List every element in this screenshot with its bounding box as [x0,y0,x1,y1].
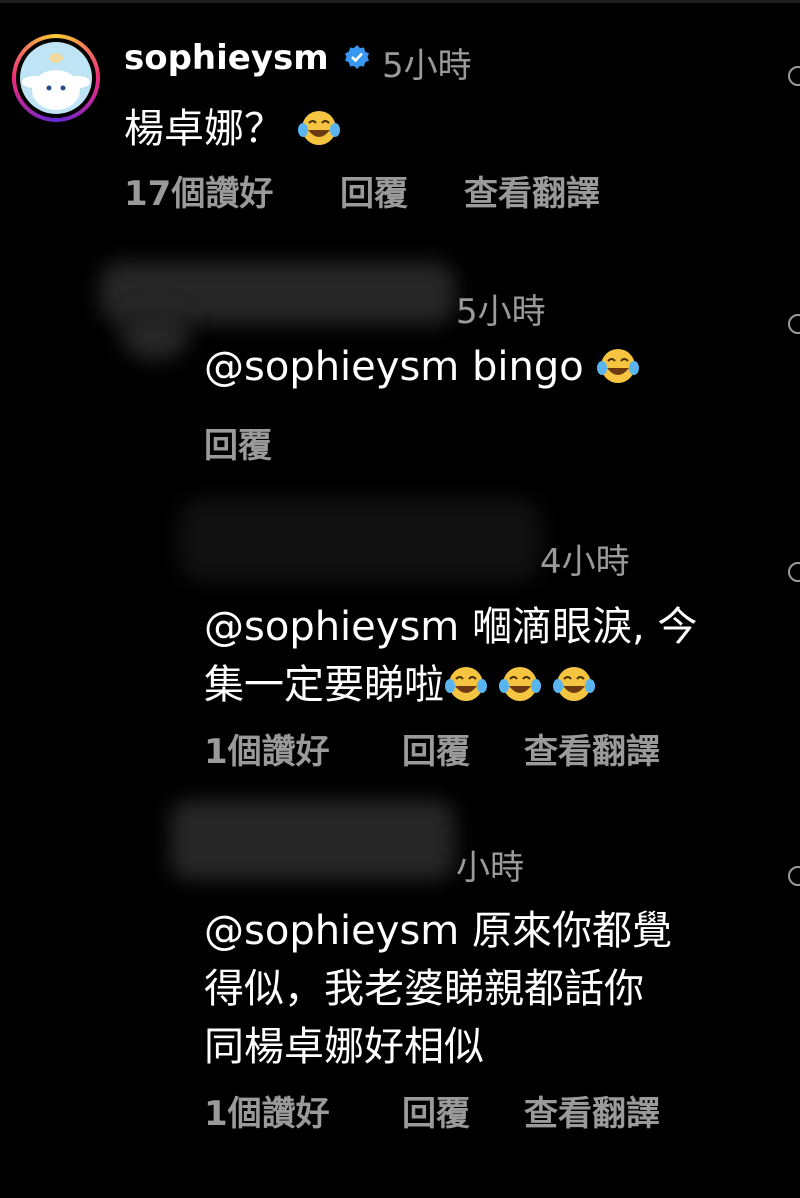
reply-text-line: 同楊卓娜好相似 [204,1024,484,1070]
reply-text-line: 集一定要睇啦 [204,652,596,710]
likes-count[interactable]: 1個讚好 [204,1086,330,1135]
redacted-username [170,800,455,880]
heart-icon[interactable] [788,66,800,86]
reply-text-line: @sophieysm 嗰滴眼淚, 今 [204,604,698,650]
reply-time: 5小時 [456,292,546,332]
reply-text-line: @sophieysm 原來你都覺 [204,908,672,954]
avatar[interactable] [12,34,100,122]
comment-time: 5小時 [382,46,472,86]
see-translation-button[interactable]: 查看翻譯 [524,724,660,773]
see-translation-button[interactable]: 查看翻譯 [464,166,600,215]
top-divider [0,0,800,3]
face-with-tears-of-joy-icon [499,667,541,701]
comment-username[interactable]: sophieysm [124,38,329,78]
reply-button[interactable]: 回覆 [204,418,272,467]
verified-badge-icon [345,45,369,69]
reply-button[interactable]: 回覆 [402,724,470,773]
face-with-tears-of-joy-icon [297,111,340,145]
face-with-tears-of-joy-icon [597,349,640,383]
reply-time: 4小時 [540,542,630,582]
redacted-avatar [120,310,190,360]
likes-count[interactable]: 17個讚好 [124,166,273,215]
heart-icon[interactable] [788,314,800,334]
redacted-username [180,500,540,580]
reply-time: 小時 [456,848,524,888]
reply-button[interactable]: 回覆 [402,1086,470,1135]
face-with-tears-of-joy-icon [445,667,487,701]
reply-text-line: 得似，我老婆睇親都話你 [204,966,644,1012]
heart-icon[interactable] [788,562,800,582]
heart-icon[interactable] [788,866,800,886]
reply-text: @sophieysm bingo [204,344,640,390]
comment-text: 楊卓娜？ [124,96,341,154]
face-with-tears-of-joy-icon [553,667,595,701]
reply-button[interactable]: 回覆 [340,166,408,215]
cinnamoroll-avatar-image [20,42,92,114]
see-translation-button[interactable]: 查看翻譯 [524,1086,660,1135]
likes-count[interactable]: 1個讚好 [204,724,330,773]
